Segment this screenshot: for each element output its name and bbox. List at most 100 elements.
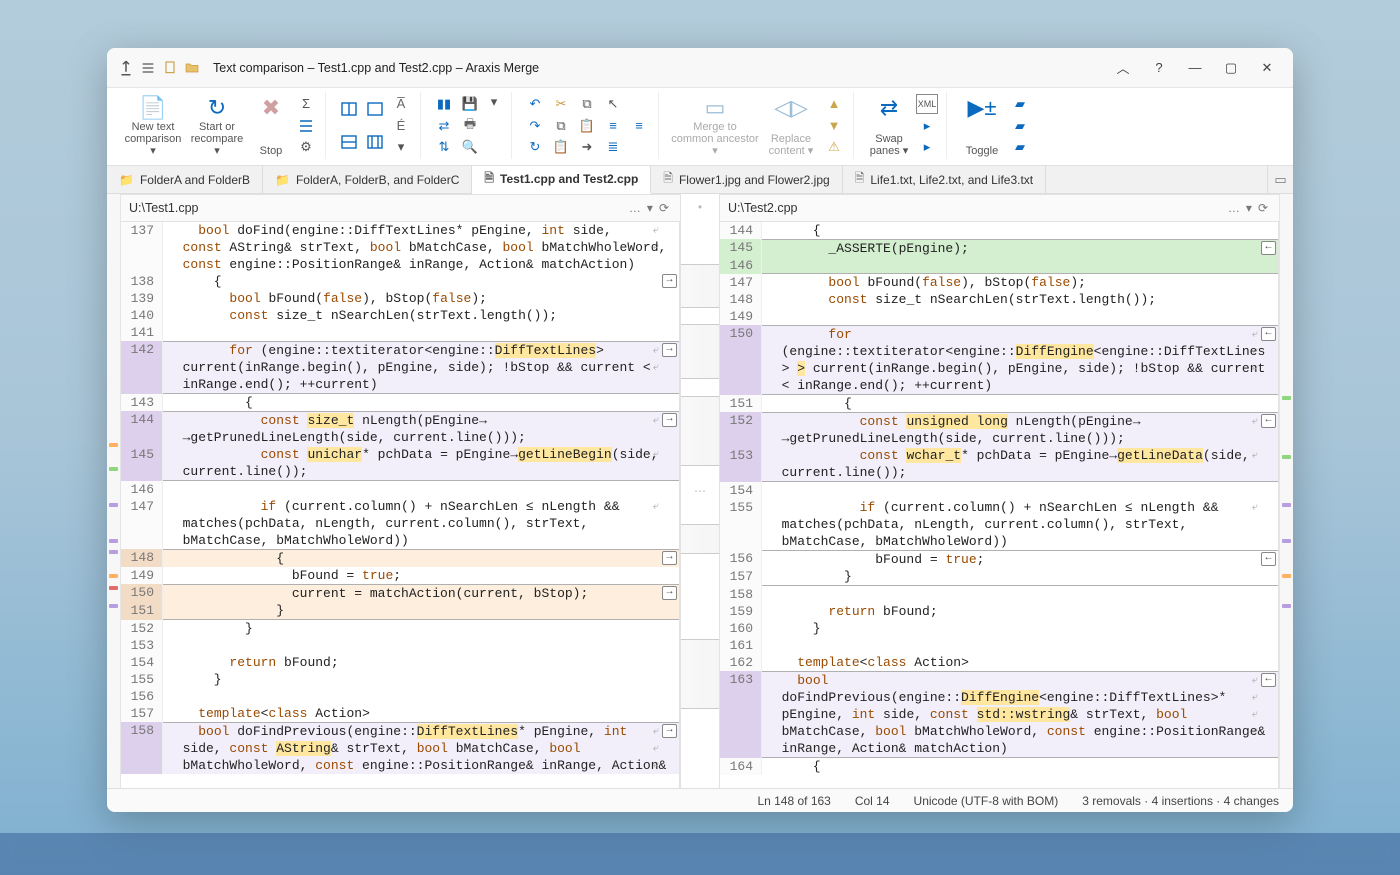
code-line[interactable]: 149 <box>720 308 1278 325</box>
code-line[interactable]: 156 bFound = true;← <box>720 550 1278 568</box>
code-line[interactable]: 138 {→ <box>121 273 679 290</box>
line-body[interactable]: const unsigned long nLength(pEngine→⤶← <box>762 412 1278 430</box>
code-line[interactable]: 151 { <box>720 395 1278 412</box>
line-body[interactable]: const size_t nLength(pEngine→⤶→ <box>163 411 679 429</box>
code-line[interactable]: bMatchCase, bMatchWholeWord)) <box>720 533 1278 550</box>
code-line[interactable]: current.line()); <box>121 463 679 481</box>
code-line[interactable]: matches(pchData, nLength, current.column… <box>720 516 1278 533</box>
new-doc-icon[interactable] <box>159 57 181 79</box>
code-line[interactable]: 151 } <box>121 602 679 620</box>
line-body[interactable]: { <box>762 395 1278 412</box>
arrow-horiz-icon[interactable]: ⇄ <box>433 116 455 136</box>
line-body[interactable]: bMatchWholeWord, const engine::PositionR… <box>163 757 679 774</box>
tab-life1-txt-life2-txt-and-life3-txt[interactable]: 🗎Life1.txt, Life2.txt, and Life3.txt <box>843 166 1046 193</box>
line-body[interactable]: bool⤶← <box>762 671 1278 689</box>
code-line[interactable]: bMatchWholeWord, const engine::PositionR… <box>121 757 679 774</box>
header-refresh-icon[interactable]: ⟳ <box>1255 201 1271 215</box>
search-icon[interactable]: 🔍 <box>459 138 481 158</box>
line-body[interactable] <box>762 637 1278 654</box>
help-icon[interactable]: ? <box>1141 54 1177 82</box>
stop-button[interactable]: ✖ Stop <box>249 92 293 159</box>
code-line[interactable]: pEngine, int side, const std::wstring& s… <box>720 706 1278 723</box>
save-icon[interactable]: 💾 <box>459 94 481 114</box>
code-line[interactable]: matches(pchData, nLength, current.column… <box>121 515 679 532</box>
line-body[interactable]: bMatchCase, bool bMatchWholeWord, const … <box>762 723 1278 740</box>
line-body[interactable]: for (engine::textiterator<engine::DiffTe… <box>163 341 679 359</box>
line-body[interactable]: return bFound; <box>762 603 1278 620</box>
text-up-icon[interactable]: A̅ <box>390 94 412 114</box>
link-dots-icon[interactable]: ⋯ <box>694 484 706 498</box>
redo-icon[interactable]: ↷ <box>524 116 546 136</box>
line-body[interactable]: } <box>163 620 679 637</box>
code-line[interactable]: 153 <box>121 637 679 654</box>
new-folder-icon[interactable] <box>181 57 203 79</box>
line-body[interactable]: { <box>762 758 1278 775</box>
dropdown-icon[interactable]: ▾ <box>483 92 505 112</box>
merge-left-icon[interactable]: ← <box>1261 552 1276 566</box>
text-e-icon[interactable]: É <box>390 116 412 136</box>
merge-left-icon[interactable]: ← <box>1261 327 1276 341</box>
merge-right-icon[interactable]: → <box>662 586 677 600</box>
line-body[interactable]: {→ <box>163 273 679 290</box>
line-body[interactable]: < inRange.end(); ++current) <box>762 377 1278 395</box>
code-line[interactable]: 144 { <box>720 222 1278 239</box>
merge-right-icon[interactable]: → <box>662 413 677 427</box>
merge-to-ancestor-button[interactable]: ▭ Merge to common ancestor ▾ <box>669 92 761 159</box>
cut-icon[interactable]: ✂ <box>550 94 572 114</box>
line-body[interactable]: bool bFound(false), bStop(false); <box>762 274 1278 291</box>
sigma-icon[interactable]: Σ <box>295 94 317 114</box>
chevron-up-icon[interactable]: ︿ <box>1105 54 1141 82</box>
swap-panes-button[interactable]: ⇄ Swap panes ▾ <box>864 92 914 159</box>
code-line[interactable]: 147 if (current.column() + nSearchLen ≤ … <box>121 498 679 515</box>
tab-overflow-icon[interactable]: ▭ <box>1267 166 1293 193</box>
line-body[interactable]: doFindPrevious(engine::DiffEngine<engine… <box>762 689 1278 706</box>
code-line[interactable]: 157 template<class Action> <box>121 705 679 722</box>
code-line[interactable]: 153 const wchar_t* pchData = pEngine→get… <box>720 447 1278 464</box>
code-line[interactable]: 140 const size_t nSearchLen(strText.leng… <box>121 307 679 324</box>
code-line[interactable]: 144 const size_t nLength(pEngine→⤶→ <box>121 411 679 429</box>
line-body[interactable]: matches(pchData, nLength, current.column… <box>762 516 1278 533</box>
right-code[interactable]: 144 {145 _ASSERTE(pEngine);←146147 bool … <box>720 222 1279 788</box>
code-line[interactable]: current.line()); <box>720 464 1278 482</box>
pointer-icon[interactable]: ↖ <box>602 94 624 114</box>
line-body[interactable]: inRange.end(); ++current) <box>163 376 679 394</box>
overview-mark[interactable] <box>1282 539 1291 543</box>
header-refresh-icon[interactable]: ⟳ <box>656 201 672 215</box>
line-body[interactable] <box>163 688 679 705</box>
line-body[interactable]: { <box>163 394 679 411</box>
overview-mark[interactable] <box>109 539 118 543</box>
code-line[interactable]: 142 for (engine::textiterator<engine::Di… <box>121 341 679 359</box>
merge-right-icon[interactable]: → <box>662 343 677 357</box>
line-body[interactable]: if (current.column() + nSearchLen ≤ nLen… <box>163 498 679 515</box>
align-right-icon[interactable]: ≡ <box>628 116 650 136</box>
code-line[interactable]: 143 { <box>121 394 679 411</box>
paste-spec-icon[interactable]: 📋 <box>576 116 598 136</box>
code-line[interactable]: 152 } <box>121 620 679 637</box>
line-body[interactable] <box>163 637 679 654</box>
code-line[interactable]: 147 bool bFound(false), bStop(false); <box>720 274 1278 291</box>
toggle-sub-3-icon[interactable]: ▰ <box>1009 137 1031 157</box>
layout-2-icon[interactable] <box>338 132 360 152</box>
overview-mark[interactable] <box>109 550 118 554</box>
header-more-icon[interactable]: … <box>626 201 644 215</box>
code-line[interactable]: (engine::textiterator<engine::DiffEngine… <box>720 343 1278 360</box>
merge-right-icon[interactable]: → <box>662 724 677 738</box>
code-line[interactable]: 145 const unichar* pchData = pEngine→get… <box>121 446 679 463</box>
paste-icon[interactable]: 📋 <box>550 137 572 157</box>
os-taskbar[interactable] <box>0 833 1400 875</box>
start-recompare-button[interactable]: ↻ Start or recompare ▾ <box>185 92 249 159</box>
overview-mark[interactable] <box>109 586 118 590</box>
toggle-sub-2-icon[interactable]: ▰ <box>1009 116 1031 136</box>
replace-content-button[interactable]: ◁▷ Replace content ▾ <box>761 92 821 159</box>
code-line[interactable]: > > current(inRange.begin(), pEngine, si… <box>720 360 1278 377</box>
line-body[interactable]: } <box>762 620 1278 637</box>
tab-flower1-jpg-and-flower2-jpg[interactable]: 🗎Flower1.jpg and Flower2.jpg <box>651 166 842 193</box>
chevron-down-icon[interactable]: ▾ <box>390 137 412 157</box>
arrow-vert-icon[interactable]: ⇅ <box>433 137 455 157</box>
code-line[interactable]: 149 bFound = true; <box>121 567 679 584</box>
line-body[interactable]: →getPrunedLineLength(side, current.line(… <box>762 430 1278 447</box>
gear-icon[interactable]: ⚙ <box>295 137 317 157</box>
line-body[interactable]: bMatchCase, bMatchWholeWord)) <box>163 532 679 549</box>
overview-mark[interactable] <box>1282 574 1291 578</box>
code-line[interactable]: 148 const size_t nSearchLen(strText.leng… <box>720 291 1278 308</box>
